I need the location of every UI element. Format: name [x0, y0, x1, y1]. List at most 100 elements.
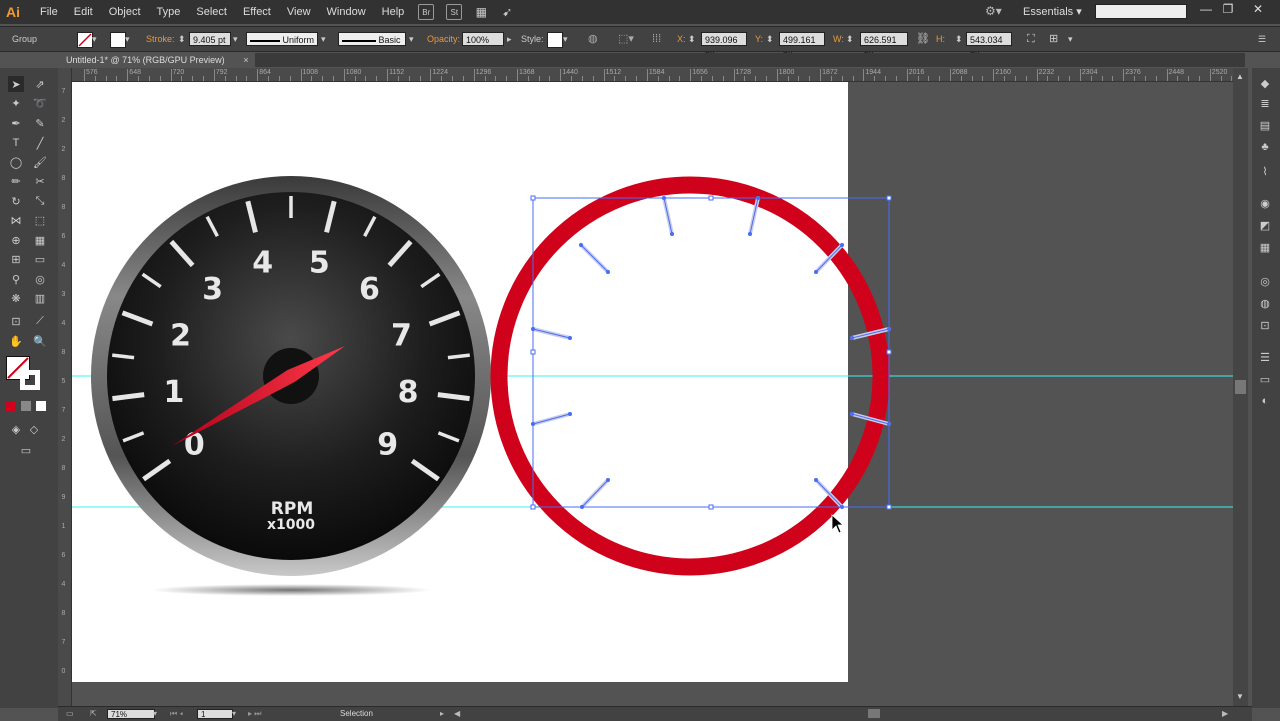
brush-definition-select[interactable]: Basic: [338, 32, 406, 46]
stroke-label[interactable]: Stroke:: [146, 32, 175, 46]
w-stepper-icon[interactable]: ⬍: [846, 32, 854, 46]
gradient-tool-icon[interactable]: ▭: [32, 251, 48, 267]
anchor-point[interactable]: [670, 232, 674, 236]
align-to-icon[interactable]: ⬚▾: [618, 32, 634, 46]
gpu-icon[interactable]: ➹: [500, 5, 514, 19]
eyedropper-tool-icon[interactable]: ⚲: [8, 271, 24, 287]
zoom-tool-icon[interactable]: 🔍: [32, 333, 48, 349]
anchor-point[interactable]: [606, 478, 610, 482]
scroll-up-icon[interactable]: ▲: [1236, 72, 1244, 81]
y-stepper-icon[interactable]: ⬍: [766, 32, 774, 46]
handle-left[interactable]: [530, 349, 536, 355]
anchor-point[interactable]: [568, 336, 572, 340]
artboard-dropdown-icon[interactable]: ▾: [232, 707, 236, 721]
control-bar-menu-icon[interactable]: ▾: [1068, 32, 1073, 46]
export-icon[interactable]: ⇱: [90, 707, 97, 721]
ellipse-tool-icon[interactable]: ◯: [8, 154, 24, 170]
swatches-icon[interactable]: ▦: [1258, 240, 1272, 254]
horizontal-scroll-thumb[interactable]: [868, 709, 880, 718]
artboard-nav-icon[interactable]: ▭: [66, 707, 74, 721]
hand-tool-icon[interactable]: ✋: [8, 333, 24, 349]
draw-mode-icon[interactable]: ◈: [8, 421, 24, 437]
isolate-group-icon[interactable]: ⊞: [1049, 32, 1058, 46]
scroll-left-icon[interactable]: ◀: [454, 707, 460, 721]
panel-menu-icon[interactable]: ☰: [1258, 32, 1266, 46]
lasso-tool-icon[interactable]: ➰: [32, 95, 48, 111]
transform-panel-icon[interactable]: ⊡: [1258, 318, 1272, 332]
shape-builder-tool-icon[interactable]: ⊕: [8, 232, 24, 248]
free-transform-tool-icon[interactable]: ⬚: [32, 212, 48, 228]
selection-tool-icon[interactable]: ➤: [8, 76, 24, 92]
horizontal-ruler[interactable]: 576 648 720 792 864 1008 1080 1152 1224 1296 1368 1…: [72, 68, 1233, 82]
scale-tool-icon[interactable]: ⤡: [32, 193, 48, 209]
vertical-ruler[interactable]: 7 2 2 8 8 6 4 3 4 8 5 7 2 8 9 1 6 4 8 7 0: [58, 68, 72, 706]
handle-top-right[interactable]: [886, 195, 892, 201]
constrain-proportions-icon[interactable]: ⛓: [916, 32, 930, 46]
y-field[interactable]: 499.161 px: [779, 32, 825, 59]
brushes-icon[interactable]: ⌇: [1258, 164, 1272, 178]
libraries-icon[interactable]: ◆: [1258, 76, 1272, 90]
x-field[interactable]: 939.096 px: [701, 32, 747, 59]
symbol-sprayer-tool-icon[interactable]: ❋: [8, 290, 24, 306]
vertical-scrollbar[interactable]: ▲ ▼: [1233, 68, 1248, 706]
artboard-number-field[interactable]: 1: [197, 709, 233, 719]
anchor-point[interactable]: [748, 232, 752, 236]
menu-edit[interactable]: Edit: [66, 0, 101, 24]
scroll-down-icon[interactable]: ▼: [1236, 692, 1244, 701]
document-tab[interactable]: Untitled-1* @ 71% (RGB/GPU Preview) ×: [58, 53, 255, 67]
stroke-dropdown-icon[interactable]: ▾: [125, 32, 130, 46]
stroke-stepper-icon[interactable]: ⬍: [178, 32, 186, 46]
menu-view[interactable]: View: [279, 0, 319, 24]
mesh-tool-icon[interactable]: ⊞: [8, 251, 24, 267]
properties-icon[interactable]: ≣: [1258, 96, 1272, 110]
stroke-box[interactable]: [20, 370, 40, 390]
menu-help[interactable]: Help: [374, 0, 413, 24]
anchor-point[interactable]: [568, 412, 572, 416]
arrange-documents-icon[interactable]: ▦: [474, 5, 488, 19]
column-graph-tool-icon[interactable]: ▥: [32, 290, 48, 306]
width-tool-icon[interactable]: ⋈: [8, 212, 24, 228]
layers-icon[interactable]: ▤: [1258, 118, 1272, 132]
fill-stroke-widget[interactable]: [6, 356, 46, 396]
anchor-point[interactable]: [840, 243, 844, 247]
stroke-swatch[interactable]: [110, 32, 126, 48]
type-tool-icon[interactable]: T: [8, 135, 24, 151]
symbols-icon[interactable]: ♣: [1258, 140, 1272, 154]
sync-settings-icon[interactable]: ⚙▾: [985, 4, 1002, 18]
last-artboard-icon[interactable]: ▸ ⏭: [248, 707, 261, 721]
search-input[interactable]: [1095, 4, 1187, 19]
scissors-tool-icon[interactable]: ✂: [32, 173, 48, 189]
minimize-icon[interactable]: —: [1196, 2, 1216, 16]
brush-dropdown-icon[interactable]: ▾: [409, 32, 414, 46]
menu-window[interactable]: Window: [319, 0, 374, 24]
vertical-scroll-thumb[interactable]: [1235, 380, 1246, 394]
x-stepper-icon[interactable]: ⬍: [688, 32, 696, 46]
fill-dropdown-icon[interactable]: ▾: [92, 32, 97, 46]
appearance-icon[interactable]: ◎: [1258, 274, 1272, 288]
draw-behind-icon[interactable]: ◇: [26, 421, 42, 437]
stroke-weight-dropdown-icon[interactable]: ▾: [233, 32, 238, 46]
color-guide-icon[interactable]: ◩: [1258, 218, 1272, 232]
anchor-point[interactable]: [850, 412, 854, 416]
pen-tool-icon[interactable]: ✒: [8, 115, 24, 131]
handle-bottom-left[interactable]: [530, 504, 536, 510]
blend-tool-icon[interactable]: ◎: [32, 271, 48, 287]
anchor-point[interactable]: [606, 270, 610, 274]
opacity-field[interactable]: 100%: [462, 32, 504, 46]
restore-icon[interactable]: ❐: [1218, 2, 1238, 16]
workspace-switcher[interactable]: Essentials ▾: [1023, 0, 1082, 24]
transparency-panel-icon[interactable]: ◐: [1258, 394, 1272, 408]
menu-object[interactable]: Object: [101, 0, 149, 24]
opacity-label[interactable]: Opacity:: [427, 32, 460, 46]
h-stepper-icon[interactable]: ⬍: [955, 32, 963, 46]
artboard-tool-icon[interactable]: ⊡: [8, 313, 24, 329]
stroke-weight-field[interactable]: 9.405 pt: [189, 32, 231, 46]
magic-wand-tool-icon[interactable]: ✦: [8, 95, 24, 111]
handle-bottom-right[interactable]: [886, 504, 892, 510]
transform-reference-icon[interactable]: ⁞⁞⁞: [652, 32, 661, 46]
paintbrush-tool-icon[interactable]: 🖌: [32, 154, 48, 170]
style-swatch[interactable]: [547, 32, 563, 48]
menu-select[interactable]: Select: [188, 0, 235, 24]
menu-effect[interactable]: Effect: [235, 0, 279, 24]
stock-icon[interactable]: St: [446, 4, 463, 20]
